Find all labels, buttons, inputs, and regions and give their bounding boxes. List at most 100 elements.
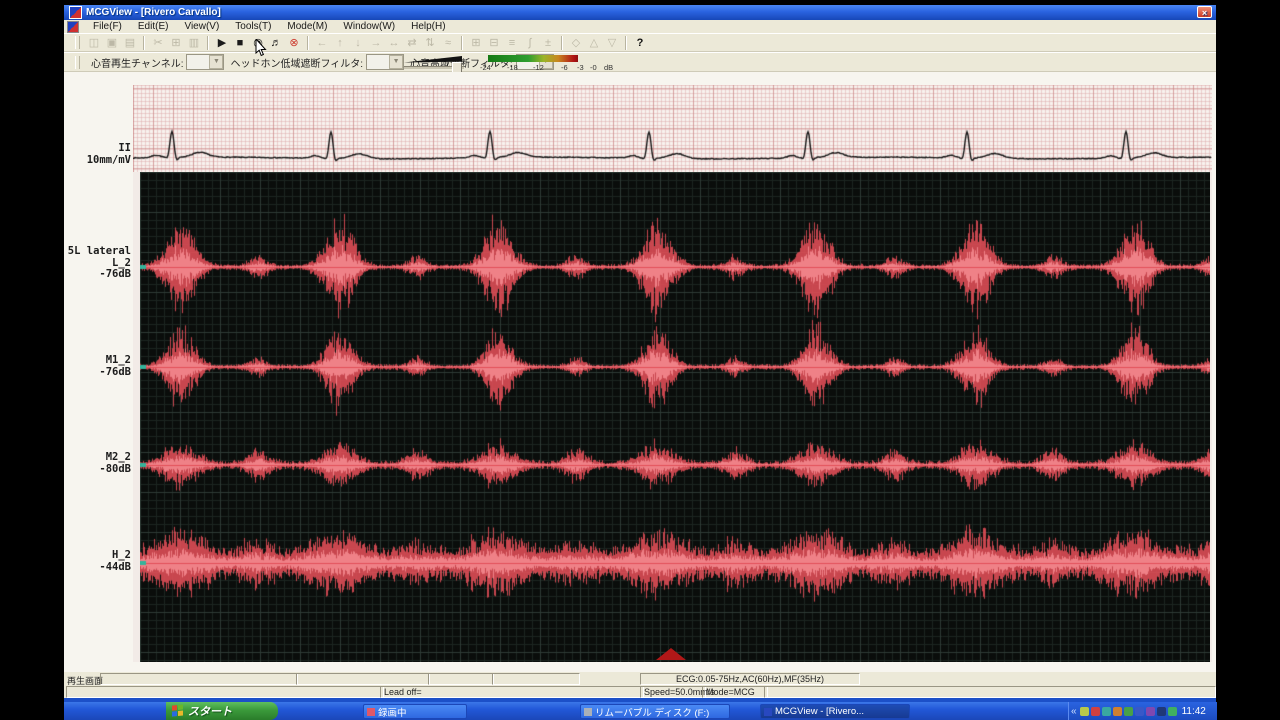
db-tick-label: -6 xyxy=(561,63,568,72)
tray-icon-9[interactable] xyxy=(1167,706,1177,716)
title-bar[interactable]: MCGView - [Rivero Carvallo] × xyxy=(64,5,1216,20)
help-icon[interactable]: ? xyxy=(631,35,649,51)
measure-icon[interactable]: ≡ xyxy=(503,35,521,51)
tray-icon-7[interactable] xyxy=(1145,706,1155,716)
channel-label: M2_2 -80dB xyxy=(99,451,131,475)
speed-status: Speed=50.0mm/s xyxy=(640,686,715,698)
db-tick-label: -24 xyxy=(480,63,491,72)
mouse-cursor xyxy=(255,39,267,57)
plot-left-gutter xyxy=(133,172,140,662)
status-panel-5 xyxy=(66,686,384,698)
save-icon[interactable]: ▣ xyxy=(103,35,121,51)
taskbar-task-button[interactable]: MCGView - [Rivero... xyxy=(760,704,910,719)
menu-help[interactable]: Help(H) xyxy=(403,21,453,32)
zoom-in-icon[interactable]: ⊞ xyxy=(467,35,485,51)
toolbar-grip xyxy=(75,36,80,49)
chevron-down-icon[interactable]: ▼ xyxy=(389,55,404,69)
screen: MCGView - [Rivero Carvallo] × File(F) Ed… xyxy=(0,0,1280,720)
db-tick-label: -18 xyxy=(507,63,518,72)
marker-up-icon[interactable]: ↑ xyxy=(331,35,349,51)
taskbar-task-button[interactable]: 録画中 xyxy=(363,704,467,719)
phono-canvas[interactable] xyxy=(140,172,1210,662)
toolbar-separator xyxy=(307,35,309,50)
paste-icon[interactable]: ▥ xyxy=(185,35,203,51)
menu-file[interactable]: File(F) xyxy=(85,21,130,32)
play-icon[interactable]: ▶ xyxy=(213,35,231,51)
integral-icon[interactable]: ∫ xyxy=(521,35,539,51)
channel-label: H_2 -44dB xyxy=(99,549,131,573)
cut-icon[interactable]: ✂ xyxy=(149,35,167,51)
playback-position-marker[interactable] xyxy=(656,648,686,660)
print-icon[interactable]: ▤ xyxy=(121,35,139,51)
toolbar-grip-2 xyxy=(75,55,80,69)
menu-view[interactable]: View(V) xyxy=(176,21,227,32)
tray-chevron-icon[interactable]: « xyxy=(1071,706,1077,717)
tray-icon-2[interactable] xyxy=(1090,706,1100,716)
calibration-icon[interactable]: ± xyxy=(539,35,557,51)
menu-tools[interactable]: Tools(T) xyxy=(227,21,279,32)
ecg-filter-info: ECG:0.05-75Hz,AC(60Hz),MF(35Hz) xyxy=(640,673,860,685)
stop-icon[interactable]: ■ xyxy=(231,35,249,51)
mdi-child-icon[interactable] xyxy=(67,20,79,33)
status-panel-4 xyxy=(492,673,580,685)
tray-icon-5[interactable] xyxy=(1123,706,1133,716)
lead-off-status: Lead off= xyxy=(380,686,644,698)
speaker-icon[interactable]: ♬ xyxy=(267,35,285,51)
task-label: リムーバブル ディスク (F:) xyxy=(595,707,710,719)
marker-down2-icon[interactable]: ▽ xyxy=(603,35,621,51)
menu-mode[interactable]: Mode(M) xyxy=(279,21,335,32)
tray-icon-6[interactable] xyxy=(1134,706,1144,716)
taskbar-task-button[interactable]: リムーバブル ディスク (F:) xyxy=(580,704,730,719)
tray-icon-1[interactable] xyxy=(1079,706,1089,716)
copy-icon[interactable]: ⊞ xyxy=(167,35,185,51)
lowcut-dropdown[interactable]: ▼ xyxy=(366,54,405,70)
system-tray: « 11:42 xyxy=(1068,702,1217,720)
tray-icon-3[interactable] xyxy=(1101,706,1111,716)
open-folder-icon[interactable]: ◫ xyxy=(85,35,103,51)
app-icon xyxy=(69,6,82,19)
status-panel-3 xyxy=(428,673,494,685)
db-tick-label: -12 xyxy=(533,63,544,72)
tray-icon-4[interactable] xyxy=(1112,706,1122,716)
expand-horizontal-icon[interactable]: ↔ xyxy=(385,35,403,51)
smoothing-icon[interactable]: ≈ xyxy=(439,35,457,51)
toolbar-separator xyxy=(143,35,145,50)
task-icon xyxy=(367,707,375,716)
level-meter-gradient xyxy=(488,55,578,62)
mute-icon[interactable]: ⊗ xyxy=(285,35,303,51)
toolbar-separator xyxy=(461,35,463,50)
start-label: スタート xyxy=(188,706,232,718)
sound-channel-dropdown[interactable]: ▼ xyxy=(186,54,225,70)
swap-traces-icon[interactable]: ⇄ xyxy=(403,35,421,51)
taskbar-clock: 11:42 xyxy=(1181,705,1206,717)
grid-toggle-icon[interactable]: ◇ xyxy=(567,35,585,51)
start-button[interactable]: スタート xyxy=(166,702,278,720)
phono-panel xyxy=(140,172,1210,662)
channel-label: 5L lateral L_2 -76dB xyxy=(67,245,131,280)
marker-right-icon[interactable]: → xyxy=(367,35,385,51)
sound-channel-label: 心音再生チャンネル: xyxy=(91,58,184,70)
status-panel-2 xyxy=(296,673,430,685)
close-button[interactable]: × xyxy=(1197,6,1212,18)
marker-up2-icon[interactable]: △ xyxy=(585,35,603,51)
zoom-out-icon[interactable]: ⊟ xyxy=(485,35,503,51)
menu-bar: File(F) Edit(E) View(V) Tools(T) Mode(M)… xyxy=(64,20,1216,33)
toolbar-separator xyxy=(561,35,563,50)
menu-window[interactable]: Window(W) xyxy=(335,21,403,32)
marker-down-icon[interactable]: ↓ xyxy=(349,35,367,51)
lowcut-label: ヘッドホン低域遮断フィルタ: xyxy=(230,58,364,70)
status-panel-1 xyxy=(100,673,298,685)
toolbar-sound: 心音再生チャンネル: ▼ ヘッドホン低域遮断フィルタ: ▼ 心音高域遮断フィルタ… xyxy=(64,52,1216,72)
ecg-strip xyxy=(133,85,1212,172)
expand-vertical-icon[interactable]: ⇅ xyxy=(421,35,439,51)
menu-edit[interactable]: Edit(E) xyxy=(130,21,177,32)
marker-left-icon[interactable]: ← xyxy=(313,35,331,51)
task-icon xyxy=(764,707,772,716)
window-title: MCGView - [Rivero Carvallo] xyxy=(86,7,221,18)
channel-label: M1_2 -76dB xyxy=(99,354,131,378)
task-label: MCGView - [Rivero... xyxy=(775,706,865,717)
db-tick-label: -3 xyxy=(577,63,584,72)
chevron-down-icon[interactable]: ▼ xyxy=(209,55,224,69)
ecg-canvas xyxy=(133,85,1212,172)
tray-icon-8[interactable] xyxy=(1156,706,1166,716)
